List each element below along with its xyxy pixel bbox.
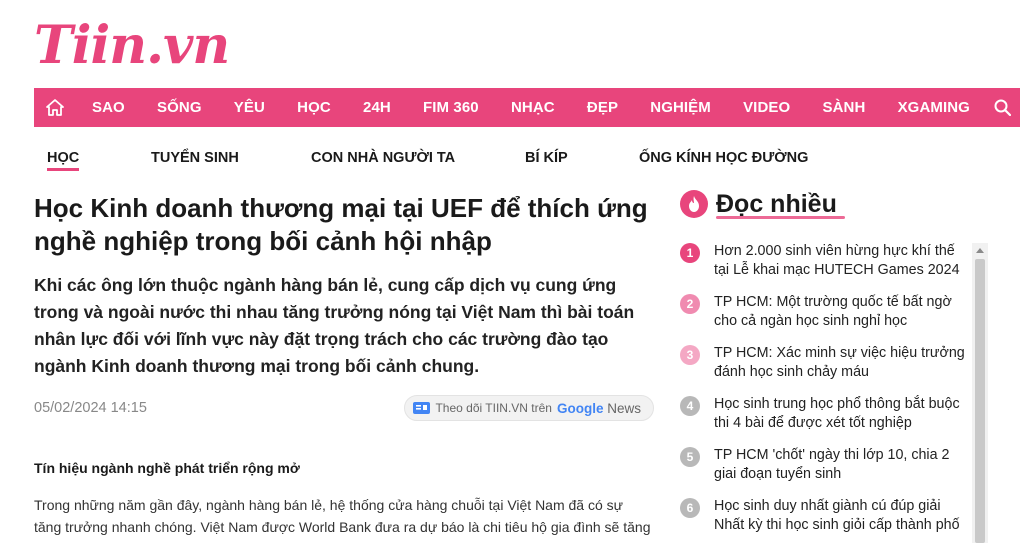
article-title: Học Kinh doanh thương mại tại UEF để thí… [34, 193, 648, 256]
search-icon [994, 99, 1011, 116]
rank-badge: 5 [680, 447, 700, 467]
article-body: Trong những năm gần đây, ngành hàng bán … [34, 497, 651, 543]
nav-item[interactable]: XGAMING [898, 99, 970, 116]
search-button[interactable] [984, 88, 1020, 127]
subnav-item[interactable]: BÍ KÍP [525, 150, 568, 166]
site-logo[interactable]: Tiin.vn [34, 12, 230, 76]
rank-badge: 1 [680, 243, 700, 263]
nav-item[interactable]: HỌC [297, 99, 331, 116]
site-logo-text: Tiin.vn [34, 15, 230, 76]
most-read-item-title[interactable]: Học sinh duy nhất giành cú đúp giải Nhất… [714, 497, 972, 543]
article-date: 05/02/2024 14:15 [34, 400, 147, 416]
nav-item[interactable]: FIM 360 [423, 99, 479, 116]
subnav-item[interactable]: HỌC [47, 150, 80, 171]
most-read-item[interactable]: 3 TP HCM: Xác minh sự việc hiệu trưởng đá… [680, 344, 972, 395]
follow-text: Theo dõi TIIN.VN trên [435, 401, 552, 415]
most-read-sidebar: Đọc nhiều 1 Hơn 2.000 sinh viên hừng hực … [680, 186, 990, 543]
rank-badge: 2 [680, 294, 700, 314]
nav-item[interactable]: ĐẸP [587, 99, 618, 116]
nav-item[interactable]: SÀNH [822, 99, 865, 116]
nav-item[interactable]: 24H [363, 99, 391, 116]
most-read-item[interactable]: 6 Học sinh duy nhất giành cú đúp giải Nhấ… [680, 497, 972, 543]
most-read-item-title[interactable]: TP HCM: Một trường quốc tế bất ngờ cho c… [714, 293, 972, 344]
follow-google-news-button[interactable]: Theo dõi TIIN.VN trên Google News [404, 395, 654, 421]
home-button[interactable] [34, 88, 76, 127]
most-read-item[interactable]: 1 Hơn 2.000 sinh viên hừng hực khí thế tạ… [680, 242, 972, 293]
nav-item[interactable]: NHẠC [511, 99, 555, 116]
most-read-item-title[interactable]: Hơn 2.000 sinh viên hừng hực khí thế tại… [714, 242, 972, 293]
nav-item[interactable]: VIDEO [743, 99, 790, 116]
most-read-item-title[interactable]: TP HCM: Xác minh sự việc hiệu trưởng đán… [714, 344, 972, 395]
google-wordmark: Google [556, 400, 604, 416]
most-read-item[interactable]: 5 TP HCM 'chốt' ngày thi lớp 10, chia 2 g… [680, 446, 972, 497]
subnav-item[interactable]: TUYỂN SINH [151, 150, 239, 166]
news-wordmark: News [607, 400, 641, 416]
article-sapo: Khi các ông lớn thuộc ngành hàng bán lẻ,… [34, 275, 635, 376]
sidebar-scrollbar[interactable] [972, 243, 988, 543]
nav-item[interactable]: YÊU [234, 99, 265, 116]
most-read-item-title[interactable]: Học sinh trung học phổ thông bắt buộc th… [714, 395, 972, 446]
scroll-up-arrow-icon[interactable] [976, 248, 984, 253]
section-heading: Tín hiệu ngành nghề phát triển rộng mở [34, 460, 300, 476]
nav-item[interactable]: SAO [92, 99, 125, 116]
rank-badge: 4 [680, 396, 700, 416]
most-read-item[interactable]: 2 TP HCM: Một trường quốc tế bất ngờ cho … [680, 293, 972, 344]
most-read-header: Đọc nhiều [680, 186, 990, 222]
most-read-list: 1 Hơn 2.000 sinh viên hừng hực khí thế tạ… [680, 242, 972, 543]
subnav-item[interactable]: CON NHÀ NGƯỜI TA [311, 150, 455, 166]
flame-icon [680, 190, 708, 218]
subnav-item[interactable]: ỐNG KÍNH HỌC ĐƯỜNG [639, 150, 808, 166]
rank-badge: 6 [680, 498, 700, 518]
main-nav: SAO SỐNG YÊU HỌC 24H FIM 360 NHẠC ĐẸP NGHIỆM VIDE… [34, 88, 1020, 127]
nav-item[interactable]: NGHIỆM [650, 99, 711, 116]
google-news-wordmark: Google News [557, 401, 641, 416]
google-news-icon [413, 402, 431, 414]
most-read-item[interactable]: 4 Học sinh trung học phổ thông bắt buộc t… [680, 395, 972, 446]
nav-items: SAO SỐNG YÊU HỌC 24H FIM 360 NHẠC ĐẸP NGHIỆM VIDE… [76, 99, 984, 116]
most-read-title: Đọc nhiều [716, 189, 845, 219]
sub-nav: HỌC TUYỂN SINH CON NHÀ NGƯỜI TA BÍ KÍP ỐNG K… [34, 140, 1020, 176]
home-icon [46, 99, 64, 116]
scroll-thumb[interactable] [975, 259, 985, 543]
nav-item[interactable]: SỐNG [157, 99, 202, 116]
article-meta: 05/02/2024 14:15 Theo dõi TIIN.VN trên G… [34, 394, 654, 422]
most-read-item-title[interactable]: TP HCM 'chốt' ngày thi lớp 10, chia 2 gi… [714, 446, 972, 497]
article: Học Kinh doanh thương mại tại UEF để thí… [34, 192, 654, 543]
rank-badge: 3 [680, 345, 700, 365]
